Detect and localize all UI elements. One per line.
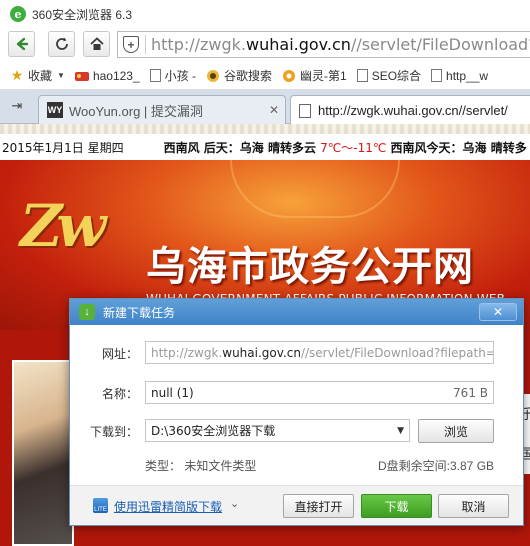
page-icon — [431, 69, 443, 82]
download-dialog: ↓ 新建下载任务 ✕ 网址： http://zwgk. wuhai.gov.cn /… — [69, 298, 524, 526]
bookmark-ghost[interactable]: 幽灵-第1 — [282, 67, 347, 84]
dialog-body: 网址： http://zwgk. wuhai.gov.cn//servlet/Fi… — [70, 325, 523, 525]
page-icon — [356, 69, 368, 82]
back-button[interactable] — [8, 31, 35, 57]
ghost-icon — [282, 69, 296, 83]
file-name-field[interactable]: null (1) 761 B — [145, 381, 494, 404]
url-text[interactable]: http://zwgk.wuhai.gov.cn//servlet/FileDo… — [151, 35, 530, 54]
file-name: null (1) — [151, 385, 194, 400]
wooyun-favicon-icon: WY — [47, 102, 63, 118]
url-domain: wuhai.gov.cn — [246, 35, 351, 54]
file-size: 761 B — [453, 385, 488, 400]
url-suffix: //servlet/FileDownload?file — [350, 35, 530, 54]
thunder-icon: LITE — [93, 498, 108, 513]
dialog-title: 新建下载任务 — [103, 305, 176, 320]
disk-space-info: D盘剩余空间:3.87 GB — [378, 459, 495, 473]
browse-button[interactable]: 浏览 — [418, 419, 494, 443]
tab-strip: ⇥ WY WooYun.org | 提交漏洞 ✕ http://zwgk.wuh… — [0, 90, 530, 125]
bookmark-label: http__w — [446, 68, 489, 83]
address-divider — [145, 35, 147, 54]
bookmark-hao123[interactable]: hao123_ — [74, 68, 140, 83]
cancel-button[interactable]: 取消 — [438, 494, 509, 518]
url-field[interactable]: http://zwgk. wuhai.gov.cn//servlet/FileDo… — [145, 341, 494, 364]
sidebar-toggle-icon[interactable]: ⇥ — [8, 98, 26, 114]
bookmark-favorites[interactable]: ★ 收藏 ▼ — [10, 67, 65, 84]
save-path-value: D:\360安全浏览器下载 — [151, 424, 276, 438]
arrow-left-icon — [16, 37, 28, 51]
dialog-header: ↓ 新建下载任务 ✕ — [70, 299, 523, 325]
thunder-download-link[interactable]: 使用迅雷精简版下载 — [114, 498, 222, 515]
tab-label: http://zwgk.wuhai.gov.cn//servlet/ — [318, 103, 508, 118]
save-path-select[interactable]: D:\360安全浏览器下载 ▼ — [145, 419, 410, 442]
tab-wooyun[interactable]: WY WooYun.org | 提交漏洞 ✕ — [38, 95, 286, 124]
bookmarks-bar: ★ 收藏 ▼ hao123_ 小孩 - 谷歌搜索 幽灵-第1 SEO综合 htt… — [0, 62, 530, 90]
page-icon — [149, 69, 161, 82]
url-label: 网址： — [101, 347, 138, 361]
site-logo: Zw — [20, 192, 106, 260]
page-icon — [299, 103, 311, 118]
dialog-footer: LITE 使用迅雷精简版下载 ⌄ 直接打开 下载 取消 — [70, 485, 523, 525]
weather-part: 西南风今天：乌海 晴转多 — [386, 140, 527, 155]
name-label: 名称： — [101, 387, 138, 401]
download-arrow-icon: ↓ — [79, 304, 95, 320]
bookmark-http[interactable]: http__w — [431, 69, 488, 83]
caret-down-icon[interactable]: ▼ — [57, 71, 65, 80]
star-icon: ★ — [10, 67, 24, 83]
tab-active-download-url[interactable]: http://zwgk.wuhai.gov.cn//servlet/ — [290, 95, 530, 125]
url-domain: wuhai.gov.cn — [222, 345, 301, 360]
bookmark-xiaohai[interactable]: 小孩 - — [149, 67, 196, 84]
decorative-strip — [0, 124, 530, 134]
refresh-icon — [55, 37, 68, 50]
news-photo — [12, 360, 74, 546]
weather-part: 西南风 后天：乌海 晴转多云 — [163, 140, 321, 155]
refresh-button[interactable] — [48, 31, 75, 57]
address-bar[interactable]: + http://zwgk.wuhai.gov.cn//servlet/File… — [117, 31, 530, 58]
path-label: 下载到： — [89, 425, 138, 439]
date-text: 2015年1月1日 星期四 — [2, 140, 124, 155]
security-shield-icon[interactable]: + — [123, 36, 140, 53]
close-icon[interactable]: ✕ — [479, 303, 517, 321]
temperature: 7℃～-11℃ — [320, 140, 387, 155]
url-prefix: http://zwgk. — [151, 35, 247, 54]
window-title: 360安全浏览器 6.3 — [32, 7, 133, 22]
home-icon — [89, 37, 104, 50]
title-bar: e 360安全浏览器 6.3 — [0, 0, 530, 28]
bookmark-label: SEO综合 — [371, 69, 422, 83]
bookmark-label: 收藏 — [28, 69, 53, 83]
navigation-toolbar: + http://zwgk.wuhai.gov.cn//servlet/File… — [0, 28, 530, 60]
banner-decoration — [230, 160, 400, 218]
bookmark-google[interactable]: 谷歌搜索 — [206, 67, 272, 84]
download-button[interactable]: 下载 — [361, 494, 432, 518]
date-weather-bar: 2015年1月1日 星期四 西南风 后天：乌海 晴转多云 7℃～-11℃ 西南风… — [0, 134, 530, 160]
url-suffix: //servlet/FileDownload?filepath=C — [300, 345, 494, 360]
weather-text: 西南风 后天：乌海 晴转多云 7℃～-11℃ 西南风今天：乌海 晴转多 — [164, 139, 527, 156]
chevron-down-icon[interactable]: ▼ — [397, 426, 404, 436]
bookmark-seo[interactable]: SEO综合 — [356, 67, 422, 84]
file-type-info: 类型： 未知文件类型 — [145, 459, 257, 473]
url-prefix: http://zwgk. — [151, 345, 223, 360]
expand-chevron-icon[interactable]: ⌄ — [230, 497, 239, 510]
tab-close-icon[interactable]: ✕ — [269, 103, 279, 117]
site-title: 乌海市政务公开网 — [146, 244, 474, 290]
google-icon — [206, 69, 220, 83]
open-directly-button[interactable]: 直接打开 — [283, 494, 354, 518]
browser-logo-icon: e — [10, 6, 26, 22]
bookmark-label: 幽灵-第1 — [300, 69, 347, 83]
bookmark-label: 小孩 - — [164, 69, 196, 83]
bookmark-label: 谷歌搜索 — [224, 69, 273, 83]
bookmark-label: hao123_ — [92, 68, 140, 83]
hao123-icon — [74, 69, 89, 83]
tab-label: WooYun.org | 提交漏洞 — [69, 103, 203, 119]
home-button[interactable] — [83, 31, 110, 57]
